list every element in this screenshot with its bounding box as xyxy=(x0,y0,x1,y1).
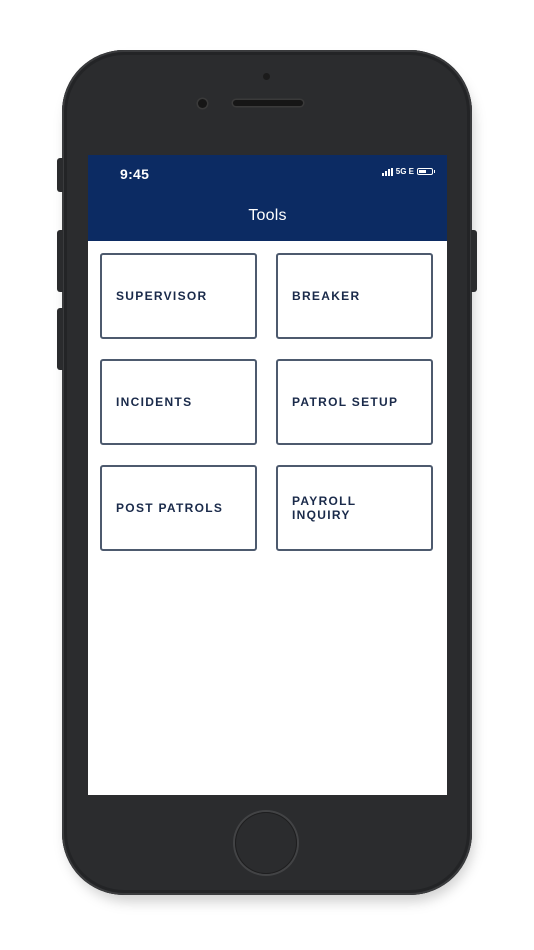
front-camera xyxy=(198,99,207,108)
breaker-tile[interactable]: BREAKER xyxy=(276,253,433,339)
volume-up-button[interactable] xyxy=(57,230,63,292)
post-patrols-tile[interactable]: POST PATROLS xyxy=(100,465,257,551)
incidents-label: INCIDENTS xyxy=(116,395,193,409)
phone-screen: 9:45 5G E Tools SUPERVISOR BREAKER INCID… xyxy=(88,155,447,795)
home-button[interactable] xyxy=(235,812,297,874)
page-title: Tools xyxy=(248,207,287,224)
proximity-sensor xyxy=(263,73,270,80)
app-header: 9:45 5G E Tools xyxy=(88,155,447,241)
earpiece-speaker xyxy=(233,100,303,106)
supervisor-label: SUPERVISOR xyxy=(116,289,208,303)
payroll-inquiry-label: PAYROLL INQUIRY xyxy=(292,494,357,522)
mute-switch xyxy=(57,158,63,192)
incidents-tile[interactable]: INCIDENTS xyxy=(100,359,257,445)
battery-icon xyxy=(417,168,435,175)
patrol-setup-tile[interactable]: PATROL SETUP xyxy=(276,359,433,445)
power-button[interactable] xyxy=(471,230,477,292)
payroll-inquiry-tile[interactable]: PAYROLL INQUIRY xyxy=(276,465,433,551)
status-time: 9:45 xyxy=(120,166,150,182)
post-patrols-label: POST PATROLS xyxy=(116,501,224,515)
network-type-label: 5G E xyxy=(395,167,414,176)
signal-strength-icon xyxy=(381,167,393,176)
breaker-label: BREAKER xyxy=(292,289,361,303)
supervisor-tile[interactable]: SUPERVISOR xyxy=(100,253,257,339)
patrol-setup-label: PATROL SETUP xyxy=(292,395,399,409)
status-icons: 5G E xyxy=(381,167,435,176)
volume-down-button[interactable] xyxy=(57,308,63,370)
